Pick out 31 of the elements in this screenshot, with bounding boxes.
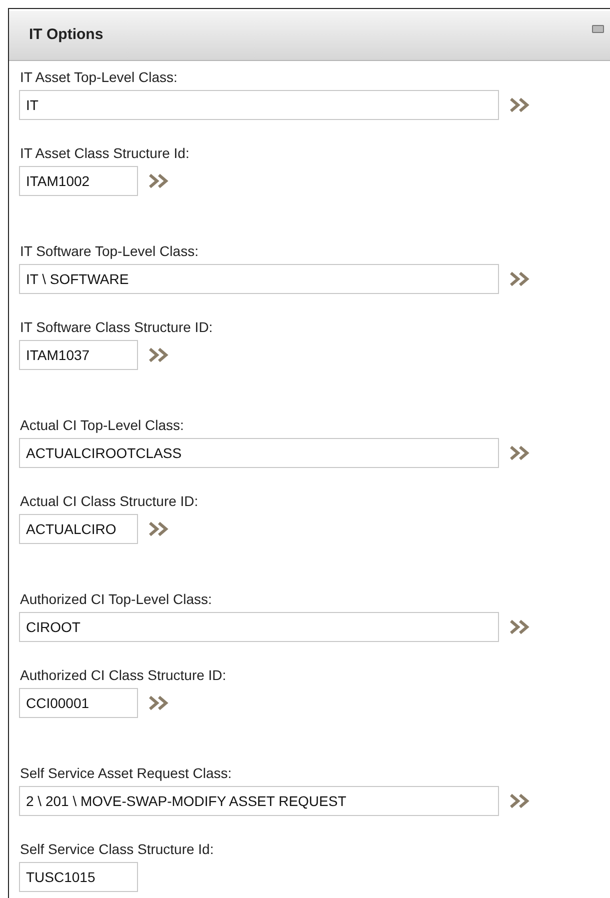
field-label: Authorized CI Top-Level Class: (20, 590, 212, 608)
double-chevron-icon[interactable] (148, 347, 170, 363)
double-chevron-icon[interactable] (148, 521, 170, 537)
field-label: IT Software Class Structure ID: (20, 318, 213, 336)
input-field[interactable]: CCI00001 (19, 688, 138, 718)
double-chevron-icon[interactable] (509, 271, 531, 287)
field-label: Authorized CI Class Structure ID: (20, 666, 226, 684)
field-label: IT Software Top-Level Class: (20, 242, 198, 260)
field-label: Actual CI Top-Level Class: (20, 416, 184, 434)
double-chevron-icon[interactable] (148, 173, 170, 189)
input-field[interactable]: TUSC1015 (19, 862, 138, 892)
double-chevron-icon[interactable] (509, 97, 531, 113)
field-label: IT Asset Top-Level Class: (20, 68, 178, 86)
input-field[interactable]: IT (19, 90, 499, 120)
panel-title: IT Options (29, 25, 104, 46)
input-field[interactable]: CIROOT (19, 612, 499, 642)
input-field[interactable]: IT \ SOFTWARE (19, 264, 499, 294)
field-label: Actual CI Class Structure ID: (20, 492, 198, 510)
field-label: Self Service Class Structure Id: (20, 840, 214, 858)
field-label: IT Asset Class Structure Id: (20, 144, 190, 162)
double-chevron-icon[interactable] (509, 793, 531, 809)
input-field[interactable]: ITAM1037 (19, 340, 138, 370)
input-field[interactable]: ITAM1002 (19, 166, 138, 196)
field-label: Self Service Asset Request Class: (20, 764, 232, 782)
minimize-icon[interactable] (592, 24, 604, 32)
input-field[interactable]: 2 \ 201 \ MOVE-SWAP-MODIFY ASSET REQUEST (19, 786, 499, 816)
double-chevron-icon[interactable] (509, 619, 531, 635)
input-field[interactable]: ACTUALCIROOTCLASS (19, 438, 499, 468)
input-field[interactable]: ACTUALCIRO (19, 514, 138, 544)
double-chevron-icon[interactable] (509, 445, 531, 461)
double-chevron-icon[interactable] (148, 695, 170, 711)
